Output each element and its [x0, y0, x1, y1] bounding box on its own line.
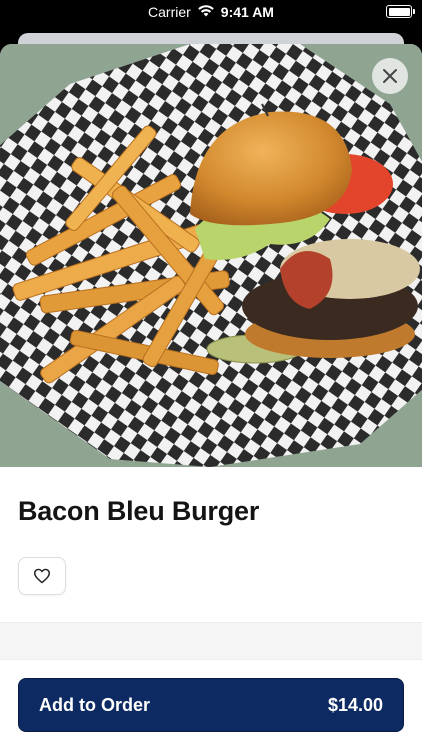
battery-icon: [386, 5, 415, 18]
heart-icon: [34, 568, 50, 584]
wifi-icon: [197, 4, 215, 20]
time-label: 9:41 AM: [220, 4, 274, 20]
status-bar: Carrier 9:41 AM: [0, 0, 422, 24]
status-center: Carrier 9:41 AM: [0, 4, 422, 20]
favorite-button[interactable]: [18, 557, 66, 595]
item-photo: [0, 44, 422, 467]
add-to-order-label: Add to Order: [39, 694, 150, 715]
carrier-label: Carrier: [148, 4, 191, 20]
price-label: $14.00: [327, 694, 383, 715]
add-to-order-button[interactable]: Add to Order $14.00: [18, 678, 404, 732]
close-button[interactable]: [372, 58, 408, 94]
section-divider: [0, 622, 422, 660]
item-title: Bacon Bleu Burger: [18, 496, 260, 526]
item-detail-sheet: Bacon Bleu Burger Add to Order $14.00: [0, 44, 422, 750]
close-icon: [383, 69, 397, 83]
